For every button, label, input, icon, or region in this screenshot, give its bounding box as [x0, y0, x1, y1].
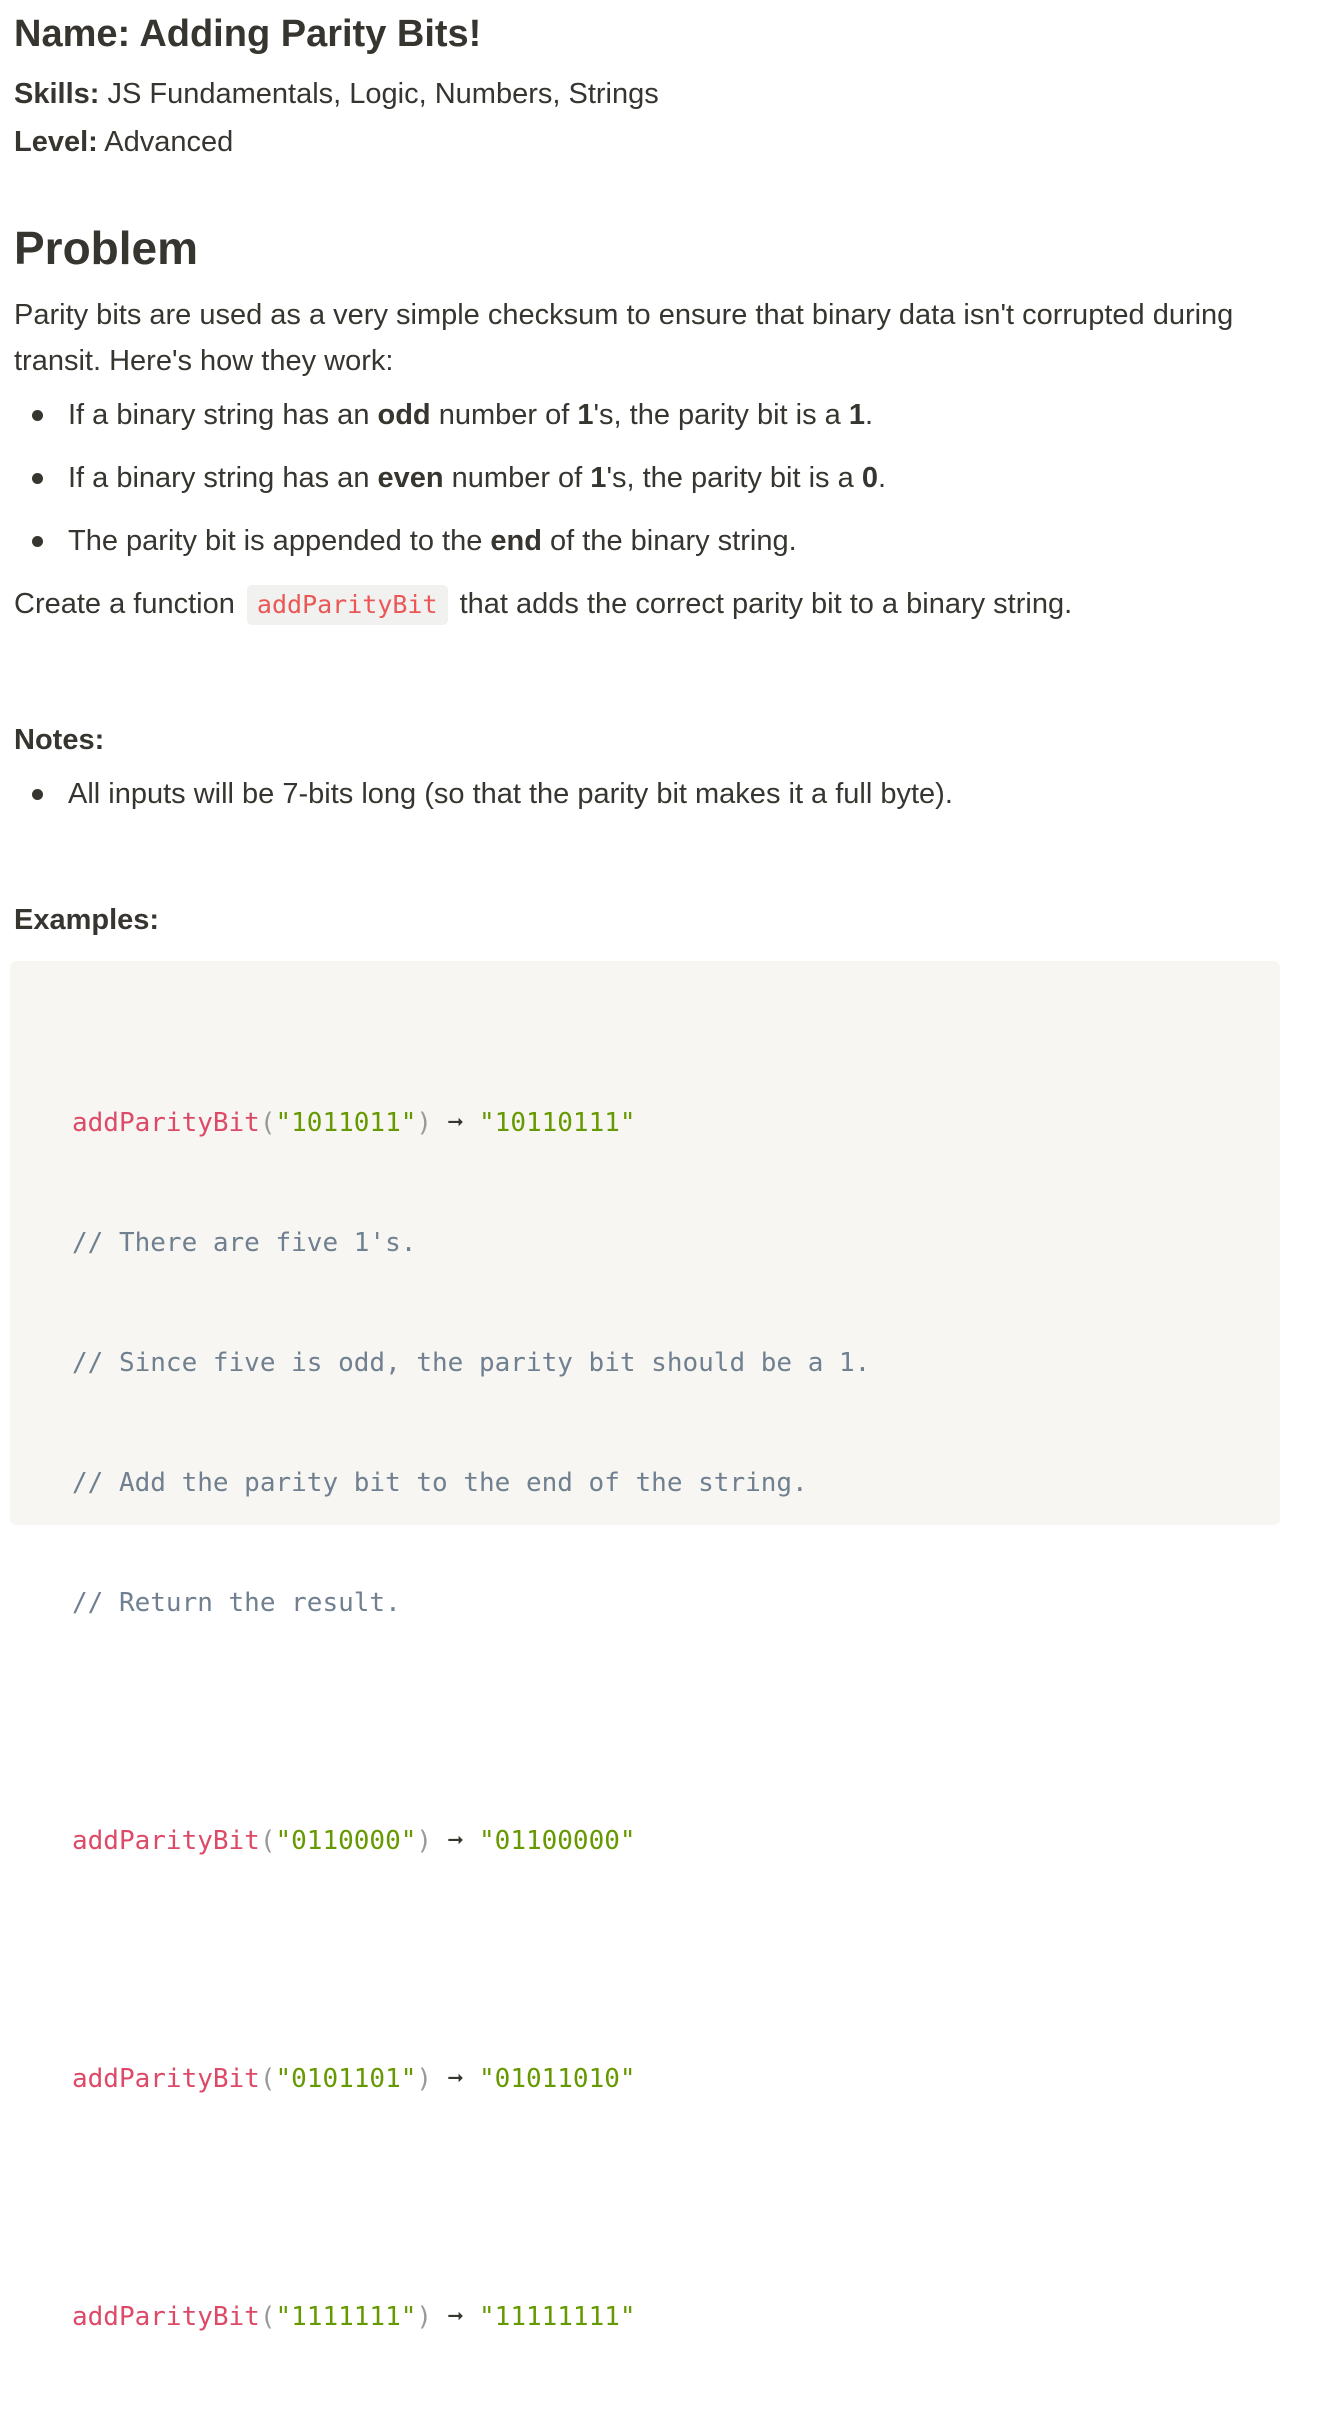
document-page: Name: Adding Parity Bits! Skills: JS Fun… [0, 0, 1336, 2332]
name-heading: Name: Adding Parity Bits! [14, 0, 1322, 60]
skills-value: JS Fundamentals, Logic, Numbers, Strings [107, 78, 659, 110]
code-function: addParityBit [72, 1108, 260, 1138]
skills-label: Skills: [14, 78, 100, 110]
examples-heading: Examples: [14, 904, 160, 936]
code-string: "1111111" [275, 2302, 417, 2332]
bullet-bold: 0 [861, 462, 878, 494]
arrow-icon: ➞ [447, 1108, 464, 1138]
bullet-text: number of [430, 399, 578, 431]
rules-list: If a binary string has an odd number of … [14, 392, 1322, 564]
bullet-text: . [865, 399, 874, 431]
bullet-icon [32, 789, 43, 800]
bullet-bold: 1 [590, 462, 607, 494]
code-string: "0110000" [275, 1826, 417, 1856]
code-string: "10110111" [479, 1108, 636, 1138]
problem-title: Problem [14, 222, 199, 274]
arrow-icon: ➞ [447, 2064, 464, 2094]
bullet-bold: 1 [848, 399, 865, 431]
bullet-bold: end [490, 525, 542, 557]
level-label: Level: [14, 126, 98, 158]
bullet-bold: odd [377, 399, 431, 431]
bullet-text: If a binary string has an [68, 399, 378, 431]
bullet-icon [32, 473, 43, 484]
code-line: addParityBit("0101101") ➞ "01011010" [72, 2064, 636, 2094]
arrow-icon: ➞ [447, 2302, 464, 2332]
code-string: "01100000" [479, 1826, 636, 1856]
bullet-icon [32, 536, 43, 547]
code-line: addParityBit("0110000") ➞ "01100000" [72, 1826, 636, 1856]
notes-list: All inputs will be 7-bits long (so that … [14, 771, 1322, 817]
code-block[interactable]: addParityBit("1011011") ➞ "10110111" // … [10, 961, 1280, 2332]
bullet-text: number of [443, 462, 591, 494]
code-function: addParityBit [72, 1826, 260, 1856]
create-text: Create a function [14, 588, 235, 620]
code-line: addParityBit("1111111") ➞ "11111111" [72, 2302, 636, 2332]
note-text: All inputs will be 7-bits long (so that … [68, 778, 953, 810]
bullet-text: 's, the parity bit is a [606, 462, 862, 494]
name-label: Name: [14, 13, 131, 55]
skills-line: Skills: JS Fundamentals, Logic, Numbers,… [14, 70, 1322, 118]
code-string: "1011011" [275, 1108, 417, 1138]
bullet-text: of the binary string. [541, 525, 797, 557]
level-line: Level: Advanced [14, 118, 1322, 166]
code-comment: // Since five is odd, the parity bit sho… [72, 1348, 871, 1378]
code-line: addParityBit("1011011") ➞ "10110111" [72, 1108, 636, 1138]
bullet-text: If a binary string has an [68, 462, 378, 494]
list-item: The parity bit is appended to the end of… [14, 518, 1322, 564]
bullet-text: The parity bit is appended to the [68, 525, 491, 557]
bullet-text: . [877, 462, 887, 494]
code-string: "01011010" [479, 2064, 636, 2094]
list-item: All inputs will be 7-bits long (so that … [14, 771, 1322, 817]
arrow-icon: ➞ [447, 1826, 464, 1856]
bullet-bold: 1 [577, 399, 594, 431]
code-function: addParityBit [72, 2064, 260, 2094]
code-function: addParityBit [72, 2302, 260, 2332]
code-comment: // There are five 1's. [72, 1228, 417, 1258]
code-string: "0101101" [275, 2064, 417, 2094]
code-comment: // Return the result. [72, 1588, 401, 1618]
create-text: that adds the correct parity bit to a bi… [459, 588, 1073, 620]
bullet-bold: even [377, 462, 444, 494]
bullet-icon [32, 410, 43, 421]
notes-heading: Notes: [14, 724, 105, 756]
code-comment: // Add the parity bit to the end of the … [72, 1468, 808, 1498]
code-string: "11111111" [479, 2302, 636, 2332]
bullet-text: 's, the parity bit is a [593, 399, 849, 431]
problem-intro: Parity bits are used as a very simple ch… [14, 299, 1234, 377]
function-name-code: addParityBit [246, 585, 448, 625]
name-value: Adding Parity Bits! [139, 13, 482, 55]
list-item: If a binary string has an odd number of … [14, 392, 1322, 438]
create-function-line: Create a function addParityBit that adds… [14, 581, 1322, 627]
level-value: Advanced [104, 126, 234, 158]
list-item: If a binary string has an even number of… [14, 455, 1322, 501]
